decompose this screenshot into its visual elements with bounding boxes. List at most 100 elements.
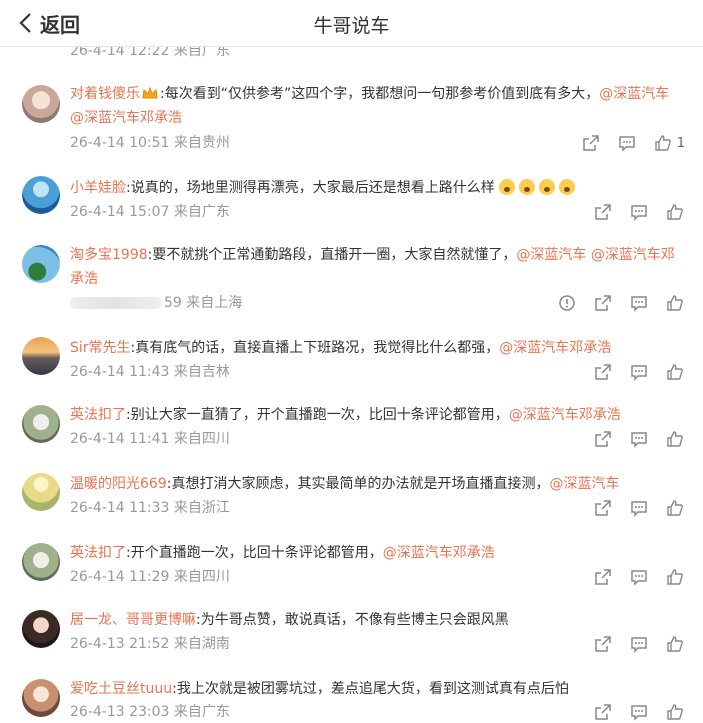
blurred-timestamp	[70, 297, 162, 309]
avatar[interactable]	[22, 176, 60, 214]
avatar[interactable]	[22, 610, 60, 648]
mention-link[interactable]: @深蓝汽车邓承浩	[383, 545, 495, 561]
avatar[interactable]	[22, 85, 60, 123]
report-icon	[559, 295, 575, 311]
comment-actions: 1	[581, 132, 685, 154]
page-title: 牛哥说车	[313, 15, 390, 37]
comment-button[interactable]	[629, 634, 649, 654]
comment-button[interactable]	[629, 498, 649, 518]
mention-link[interactable]: @深蓝汽车邓承浩	[70, 110, 182, 126]
comment-icon	[631, 365, 647, 381]
comment-icon	[631, 570, 647, 586]
comment-username[interactable]: 居一龙、哥哥更博嘛	[70, 612, 196, 628]
share-button[interactable]	[581, 133, 601, 153]
comment-username[interactable]: 英法扣了	[70, 407, 126, 423]
thumbs-up-icon	[667, 295, 683, 311]
comment-button[interactable]	[617, 133, 637, 153]
like-button[interactable]	[665, 567, 685, 587]
crown-icon	[142, 86, 158, 99]
comment-username[interactable]: 英法扣了	[70, 545, 126, 561]
avatar[interactable]	[22, 543, 60, 581]
mention-link[interactable]: @深蓝汽车	[599, 86, 669, 102]
comment-username[interactable]: 对着钱傻乐	[70, 86, 140, 102]
share-icon	[582, 135, 599, 151]
share-button[interactable]	[593, 634, 613, 654]
comment-actions	[593, 633, 685, 655]
avatar[interactable]	[22, 337, 60, 375]
comment-button[interactable]	[629, 429, 649, 449]
share-icon	[595, 364, 611, 380]
comment-text: 淘多宝1998:要不就挑个正常通勤路段，直播开一圈，大家自然就懂了，@深蓝汽车 …	[70, 247, 675, 287]
like-count: 1	[676, 135, 685, 151]
comment-button[interactable]	[629, 202, 649, 222]
report-button[interactable]	[557, 293, 577, 313]
share-button[interactable]	[593, 293, 613, 313]
share-button[interactable]	[593, 429, 613, 449]
comment-meta: 26-4-13 23:03 来自广东	[70, 704, 230, 720]
like-button[interactable]	[665, 202, 685, 222]
comment-username[interactable]: 淘多宝1998	[70, 247, 148, 263]
emoji-icon	[558, 179, 575, 195]
share-button[interactable]	[593, 498, 613, 518]
avatar[interactable]	[22, 405, 60, 443]
like-button[interactable]: 1	[653, 133, 685, 153]
comment-button[interactable]	[629, 702, 649, 722]
comment-username[interactable]: 爱吃土豆丝tuuu	[70, 681, 172, 697]
comment-text: 爱吃土豆丝tuuu:我上次就是被团雾坑过，差点追尾大货，看到这测试真有点后怕	[70, 681, 569, 697]
comment-actions	[557, 292, 685, 314]
thumbs-up-icon	[667, 704, 683, 720]
thumbs-up-icon	[667, 364, 683, 380]
comment-actions	[593, 566, 685, 588]
like-button[interactable]	[665, 634, 685, 654]
share-button[interactable]	[593, 202, 613, 222]
mention-link[interactable]: @深蓝汽车邓承浩	[499, 340, 611, 356]
avatar[interactable]	[22, 245, 60, 283]
share-button[interactable]	[593, 567, 613, 587]
mention-link[interactable]: @深蓝汽车	[516, 247, 586, 263]
comment-username[interactable]: 温暖的阳光669	[70, 476, 167, 492]
share-button[interactable]	[593, 702, 613, 722]
comment-username[interactable]: Sir常先生	[70, 340, 131, 356]
comment-icon	[618, 136, 635, 152]
comment-meta: 26-4-14 11:41 来自四川	[70, 431, 230, 447]
avatar[interactable]	[22, 473, 60, 511]
mention-link[interactable]: @深蓝汽车	[549, 476, 619, 492]
comment-text: 英法扣了:开个直播跑一次，比回十条评论都管用，@深蓝汽车邓承浩	[70, 545, 495, 561]
comment-icon	[631, 637, 647, 653]
like-button[interactable]	[665, 498, 685, 518]
comment-actions	[593, 361, 685, 383]
comment-button[interactable]	[629, 362, 649, 382]
thumbs-up-icon	[667, 204, 683, 220]
comment-icon	[631, 432, 647, 448]
like-button[interactable]	[665, 293, 685, 313]
comment-meta: 59 来自上海	[70, 292, 242, 314]
like-button[interactable]	[665, 429, 685, 449]
comment-button[interactable]	[629, 567, 649, 587]
comment-meta: 26-4-13 21:52 来自湖南	[70, 636, 230, 652]
comment-meta: 26-4-14 11:43 来自吉林	[70, 364, 230, 380]
comment-icon	[631, 205, 647, 221]
share-icon	[595, 704, 611, 720]
emoji-icon	[538, 179, 555, 195]
comment-icon	[631, 296, 647, 312]
comment-text: 居一龙、哥哥更博嘛:为牛哥点赞，敢说真话，不像有些博主只会跟风黑	[70, 612, 509, 628]
comment-username[interactable]: 小羊娃脸	[70, 180, 126, 196]
comment-actions	[593, 201, 685, 223]
like-button[interactable]	[665, 362, 685, 382]
emoji-icon	[518, 179, 535, 195]
like-button[interactable]	[665, 702, 685, 722]
comment-text: 英法扣了:别让大家一直猜了，开个直播跑一次，比回十条评论都管用，@深蓝汽车邓承浩	[70, 407, 621, 423]
comment-text: 温暖的阳光669:真想打消大家顾虑，其实最简单的办法就是开场直播直接测，@深蓝汽…	[70, 476, 620, 492]
avatar[interactable]	[22, 679, 60, 717]
mention-link[interactable]: @深蓝汽车邓承浩	[509, 407, 621, 423]
comment-meta: 26-4-14 11:33 来自浙江	[70, 500, 230, 516]
comment-icon	[631, 705, 647, 721]
share-icon	[595, 431, 611, 447]
comment-button[interactable]	[629, 293, 649, 313]
comment-text: 小羊娃脸:说真的，场地里测得再漂亮，大家最后还是想看上路什么样	[70, 176, 682, 200]
share-button[interactable]	[593, 362, 613, 382]
comment-text: Sir常先生:真有底气的话，直接直播上下班路况，我觉得比什么都强，@深蓝汽车邓承…	[70, 340, 612, 356]
share-icon	[595, 569, 611, 585]
thumbs-up-icon	[667, 569, 683, 585]
comment-icon	[631, 501, 647, 517]
